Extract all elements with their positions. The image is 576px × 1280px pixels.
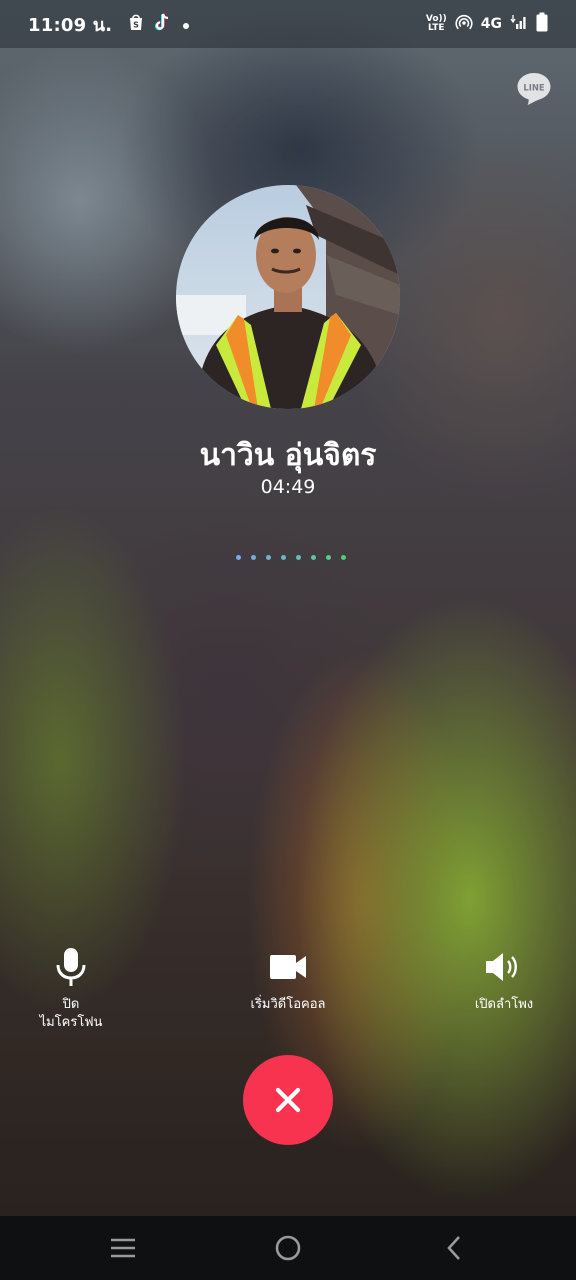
status-dot <box>311 554 316 560</box>
status-dot <box>296 554 301 560</box>
navigation-bar <box>0 1216 576 1280</box>
status-dot <box>266 554 271 560</box>
caller-avatar <box>176 185 400 409</box>
tiktok-icon <box>154 13 172 35</box>
line-logo-text: LINE <box>523 83 544 93</box>
mute-microphone-button[interactable]: ปิด ไมโครโฟน <box>0 944 146 1032</box>
call-status-dots <box>236 553 346 561</box>
volte-icon: Vo)) LTE <box>426 15 447 33</box>
status-dot <box>326 554 331 560</box>
recent-apps-button[interactable] <box>93 1216 153 1280</box>
home-button[interactable] <box>258 1216 318 1280</box>
network-type: 4G <box>480 16 502 32</box>
microphone-icon <box>48 944 94 990</box>
call-duration: 04:49 <box>260 476 316 498</box>
battery-icon <box>536 12 548 36</box>
caller-name: นาวิน อุ่นจิตร <box>199 438 377 473</box>
back-chevron-icon <box>447 1236 460 1260</box>
svg-text:S: S <box>133 21 139 30</box>
speaker-label: เปิดลำโพง <box>474 997 534 1012</box>
mute-label-line1: ปิด <box>62 997 80 1012</box>
video-camera-icon <box>265 944 311 990</box>
line-logo-icon: LINE <box>516 70 552 106</box>
shopee-icon: S <box>128 13 144 35</box>
end-call-button[interactable] <box>243 1055 333 1145</box>
start-video-call-button[interactable]: เริ่มวิดีโอคอล <box>213 944 363 1014</box>
back-button[interactable] <box>424 1216 484 1280</box>
close-icon <box>275 1087 301 1113</box>
status-bar: 11:09 น. S Vo)) LTE 4G <box>0 0 576 48</box>
video-call-label: เริ่มวิดีโอคอล <box>250 997 326 1012</box>
status-dot <box>251 554 256 560</box>
home-circle-icon <box>275 1235 301 1261</box>
notification-dot-icon <box>182 15 190 34</box>
status-time: 11:09 น. <box>28 14 113 36</box>
speaker-icon <box>481 944 527 990</box>
signal-icon <box>510 13 528 35</box>
status-dot <box>341 554 346 560</box>
menu-icon <box>111 1238 135 1258</box>
volte-bottom-text: LTE <box>428 23 445 33</box>
status-dot <box>281 554 286 560</box>
hotspot-icon <box>455 13 473 35</box>
mute-label-line2: ไมโครโฟน <box>39 1015 103 1030</box>
speaker-button[interactable]: เปิดลำโพง <box>429 944 576 1014</box>
status-dot <box>236 554 241 560</box>
